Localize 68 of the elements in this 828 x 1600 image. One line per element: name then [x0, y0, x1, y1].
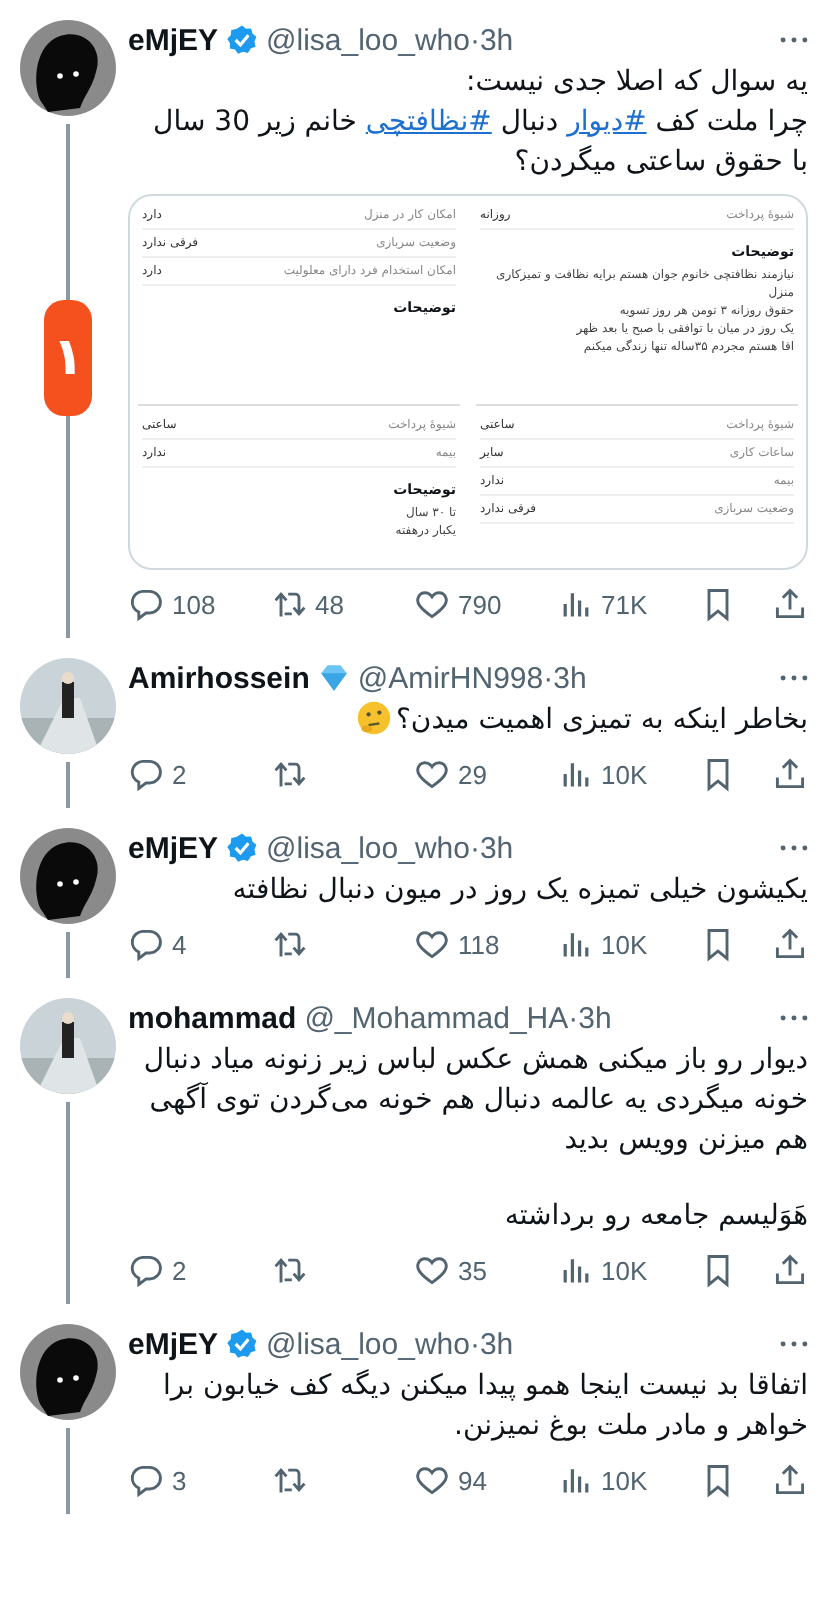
- retweet-icon[interactable]: [271, 1252, 307, 1288]
- reply-count: 108: [172, 589, 216, 619]
- like-icon[interactable]: [414, 756, 450, 792]
- verified-badge-icon: [226, 832, 259, 864]
- view-count: 10K: [601, 1255, 648, 1285]
- share-icon[interactable]: [772, 1252, 808, 1288]
- avatar-icon[interactable]: [20, 828, 116, 924]
- like-count: 29: [458, 759, 487, 789]
- verified-badge-icon: [226, 1328, 259, 1360]
- tweet-text: یه سوال که اصلا جدی نیست: چرا ملت کف #دیوار دنبال #نظافتچی خانم زیر 30 سال با حقوق ساعتی میگردن؟: [151, 64, 808, 182]
- reply-icon[interactable]: [128, 756, 164, 792]
- number-badge: ۱: [44, 300, 92, 416]
- handle-and-time: @lisa_loo_who·3h: [266, 23, 514, 57]
- handle-and-time: @_Mohammad_HA·3h: [304, 1001, 612, 1035]
- tweet-text: اتفاقا بد نیست اینجا همو پیدا میکنن دیگه کف خیابون برا خواهر و مادر ملت بوغ نمیزنن.: [160, 1367, 808, 1446]
- handle-and-time: @lisa_loo_who·3h: [266, 831, 514, 865]
- retweet-count: 48: [315, 589, 344, 619]
- diamond-icon: [317, 662, 350, 694]
- share-icon[interactable]: [772, 1462, 808, 1498]
- reply-icon[interactable]: [128, 586, 164, 622]
- avatar-icon[interactable]: [20, 20, 116, 116]
- author-name[interactable]: eMjEY: [128, 831, 219, 865]
- share-icon[interactable]: [772, 586, 808, 622]
- like-count: 94: [458, 1465, 487, 1495]
- retweet-icon[interactable]: [271, 756, 307, 792]
- view-count: 10K: [601, 929, 648, 959]
- view-count: 10K: [601, 759, 648, 789]
- reply-count: 3: [172, 1465, 187, 1495]
- like-count: 790: [458, 589, 502, 619]
- reply-icon[interactable]: [128, 1252, 164, 1288]
- hashtag-link[interactable]: #دیوار: [567, 106, 647, 138]
- like-icon[interactable]: [414, 586, 450, 622]
- author-name[interactable]: Amirhossein: [128, 661, 310, 695]
- like-icon[interactable]: [414, 1462, 450, 1498]
- reply-count: 4: [172, 929, 187, 959]
- reply-count: 2: [172, 1255, 187, 1285]
- reply-icon[interactable]: [128, 1462, 164, 1498]
- author-name[interactable]: mohammad: [128, 1001, 297, 1035]
- like-count: 118: [458, 929, 500, 959]
- more-icon[interactable]: [780, 36, 808, 44]
- share-icon[interactable]: [772, 926, 808, 962]
- view-count: 71K: [601, 589, 648, 619]
- more-icon[interactable]: [780, 1340, 808, 1348]
- hashtag-link[interactable]: #نظافتچی: [365, 106, 492, 138]
- retweet-icon[interactable]: [271, 1462, 307, 1498]
- thinking-emoji-icon: [356, 700, 392, 736]
- retweet-icon[interactable]: [271, 926, 307, 962]
- like-icon[interactable]: [414, 1252, 450, 1288]
- tweet-text: یکیشون خیلی تمیزه یک روز در میون دنبال نظافته: [230, 872, 808, 910]
- reply-icon[interactable]: [128, 926, 164, 962]
- handle-and-time: @AmirHN998·3h: [357, 661, 587, 695]
- author-name[interactable]: eMjEY: [128, 1327, 219, 1361]
- retweet-icon[interactable]: [271, 586, 307, 622]
- author-name[interactable]: eMjEY: [128, 23, 219, 57]
- share-icon[interactable]: [772, 756, 808, 792]
- reply-count: 2: [172, 759, 187, 789]
- like-icon[interactable]: [414, 926, 450, 962]
- view-count: 10K: [601, 1465, 648, 1495]
- avatar-icon[interactable]: [20, 1324, 116, 1420]
- tweet-text: هَوَلیسم جامعه رو برداشته: [502, 1198, 808, 1236]
- tweet-text: دیوار رو باز میکنی همش عکس لباس زیر زنونه میاد دنبال خونه میگردی یه عالمه دنبال هم خونه می‌گردن توی آگهی هم میزنن وویس بدید: [141, 1042, 808, 1160]
- like-count: 35: [458, 1255, 487, 1285]
- more-icon[interactable]: [780, 844, 808, 852]
- verified-badge-icon: [226, 24, 259, 56]
- more-icon[interactable]: [780, 1014, 808, 1022]
- tweet-text: بخاطر اینکه به تمیزی اهمیت میدن؟: [128, 700, 808, 740]
- more-icon[interactable]: [780, 674, 808, 682]
- handle-and-time: @lisa_loo_who·3h: [266, 1327, 514, 1361]
